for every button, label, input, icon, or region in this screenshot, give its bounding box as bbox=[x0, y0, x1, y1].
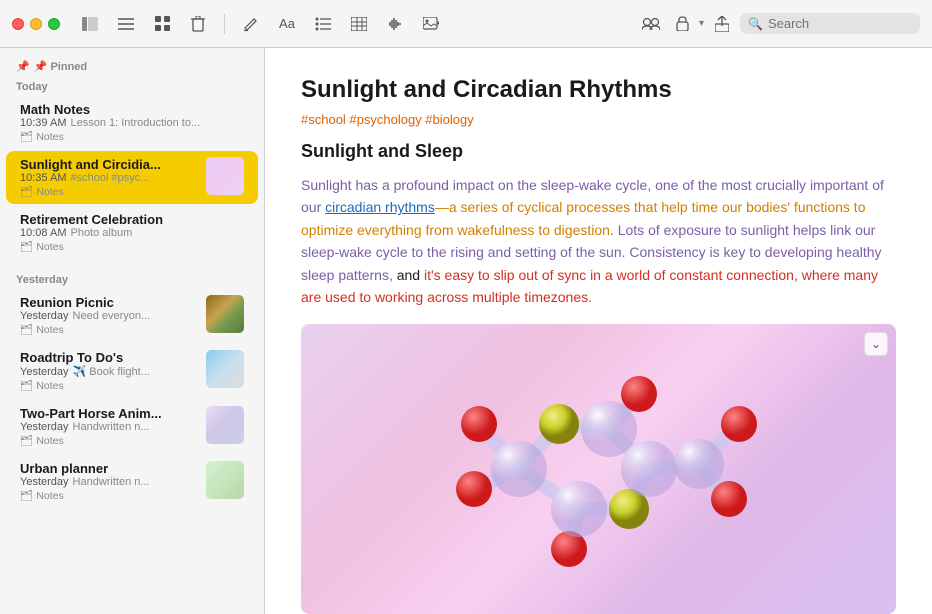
search-box[interactable]: 🔍 bbox=[740, 13, 920, 34]
note-title-sunlight: Sunlight and Circidia... bbox=[20, 157, 198, 172]
note-meta-retirement: 10:08 AM Photo album bbox=[20, 227, 244, 239]
note-folder-horse: 🗂Notes bbox=[20, 434, 198, 447]
note-thumbnail-roadtrip bbox=[206, 350, 244, 388]
note-meta-reunion: Yesterday Need everyon... bbox=[20, 310, 198, 322]
note-item-urban[interactable]: Urban planner Yesterday Handwritten n...… bbox=[6, 455, 258, 508]
note-body-link: circadian rhythms bbox=[325, 199, 435, 215]
note-body-text: Sunlight has a profound impact on the sl… bbox=[301, 174, 896, 308]
note-folder-sunlight: 🗂Notes bbox=[20, 185, 198, 198]
note-image-block: ⌄ bbox=[301, 324, 896, 614]
note-thumbnail-horse bbox=[206, 406, 244, 444]
note-meta-roadtrip: Yesterday ✈️ Book flight... bbox=[20, 365, 198, 378]
note-title-urban: Urban planner bbox=[20, 461, 198, 476]
right-toolbar: ▾ 🔍 bbox=[637, 10, 920, 38]
grid-view-icon[interactable] bbox=[148, 10, 176, 38]
search-input[interactable] bbox=[768, 16, 912, 31]
note-item-roadtrip-text: Roadtrip To Do's Yesterday ✈️ Book fligh… bbox=[20, 350, 198, 392]
note-subtitle: Sunlight and Sleep bbox=[301, 141, 896, 162]
note-title-roadtrip: Roadtrip To Do's bbox=[20, 350, 198, 365]
titlebar: Aa ▾ 🔍 bbox=[0, 0, 932, 48]
delete-icon[interactable] bbox=[184, 10, 212, 38]
note-thumbnail-sunlight bbox=[206, 157, 244, 195]
list-view-icon[interactable] bbox=[112, 10, 140, 38]
minimize-button[interactable] bbox=[30, 18, 42, 30]
audio-icon[interactable] bbox=[381, 10, 409, 38]
note-folder-urban: 🗂Notes bbox=[20, 489, 198, 502]
note-meta-urban: Yesterday Handwritten n... bbox=[20, 476, 198, 488]
image-expand-button[interactable]: ⌄ bbox=[864, 332, 888, 356]
note-item-roadtrip[interactable]: Roadtrip To Do's Yesterday ✈️ Book fligh… bbox=[6, 344, 258, 398]
note-item-math[interactable]: Math Notes 10:39 AM Lesson 1: Introducti… bbox=[6, 96, 258, 149]
note-item-urban-text: Urban planner Yesterday Handwritten n...… bbox=[20, 461, 198, 502]
note-item-horse[interactable]: Two-Part Horse Anim... Yesterday Handwri… bbox=[6, 400, 258, 453]
note-title-retirement: Retirement Celebration bbox=[20, 212, 244, 227]
note-item-retirement-text: Retirement Celebration 10:08 AM Photo al… bbox=[20, 212, 244, 253]
note-item-retirement[interactable]: Retirement Celebration 10:08 AM Photo al… bbox=[6, 206, 258, 259]
checklist-icon[interactable] bbox=[309, 10, 337, 38]
note-folder-reunion: 🗂Notes bbox=[20, 323, 198, 336]
note-editor[interactable]: Sunlight and Circadian Rhythms #school #… bbox=[265, 48, 932, 614]
note-item-sunlight[interactable]: Sunlight and Circidia... 10:35 AM #schoo… bbox=[6, 151, 258, 204]
pin-icon: 📌 bbox=[16, 60, 30, 73]
note-title-math: Math Notes bbox=[20, 102, 244, 117]
search-icon: 🔍 bbox=[748, 17, 763, 31]
note-meta-sunlight: 10:35 AM #school #psyc... bbox=[20, 172, 198, 184]
note-meta-math: 10:39 AM Lesson 1: Introduction to... bbox=[20, 117, 244, 129]
note-main-title: Sunlight and Circadian Rhythms bbox=[301, 76, 896, 104]
lock-icon[interactable] bbox=[669, 10, 697, 38]
format-icon[interactable]: Aa bbox=[273, 10, 301, 38]
yesterday-section-label: Yesterday bbox=[0, 268, 264, 288]
note-meta-horse: Yesterday Handwritten n... bbox=[20, 421, 198, 433]
traffic-lights bbox=[12, 18, 60, 30]
pinned-label: 📌 📌 Pinned bbox=[0, 56, 264, 75]
collaborate-icon[interactable] bbox=[637, 10, 665, 38]
note-title-horse: Two-Part Horse Anim... bbox=[20, 406, 198, 421]
sidebar-toggle-icon[interactable] bbox=[76, 10, 104, 38]
note-item-sunlight-text: Sunlight and Circidia... 10:35 AM #schoo… bbox=[20, 157, 198, 198]
today-section-label: Today bbox=[0, 75, 264, 95]
sidebar: 📌 📌 Pinned Today Math Notes 10:39 AM Les… bbox=[0, 48, 265, 614]
main-content: 📌 📌 Pinned Today Math Notes 10:39 AM Les… bbox=[0, 48, 932, 614]
note-thumbnail-reunion bbox=[206, 295, 244, 333]
note-body-normal: and bbox=[393, 267, 424, 283]
table-icon[interactable] bbox=[345, 10, 373, 38]
maximize-button[interactable] bbox=[48, 18, 60, 30]
note-folder-retirement: 🗂Notes bbox=[20, 240, 244, 253]
note-item-reunion-text: Reunion Picnic Yesterday Need everyon...… bbox=[20, 295, 198, 336]
note-tags: #school #psychology #biology bbox=[301, 112, 896, 127]
export-icon[interactable] bbox=[708, 10, 736, 38]
note-thumbnail-urban bbox=[206, 461, 244, 499]
note-item-math-text: Math Notes 10:39 AM Lesson 1: Introducti… bbox=[20, 102, 244, 143]
compose-icon[interactable] bbox=[237, 10, 265, 38]
note-folder-math: 🗂Notes bbox=[20, 130, 244, 143]
media-icon[interactable] bbox=[417, 10, 445, 38]
note-folder-roadtrip: 🗂Notes bbox=[20, 379, 198, 392]
note-item-horse-text: Two-Part Horse Anim... Yesterday Handwri… bbox=[20, 406, 198, 447]
molecule-illustration bbox=[319, 334, 879, 604]
close-button[interactable] bbox=[12, 18, 24, 30]
divider-1 bbox=[224, 14, 225, 34]
note-item-reunion[interactable]: Reunion Picnic Yesterday Need everyon...… bbox=[6, 289, 258, 342]
note-title-reunion: Reunion Picnic bbox=[20, 295, 198, 310]
